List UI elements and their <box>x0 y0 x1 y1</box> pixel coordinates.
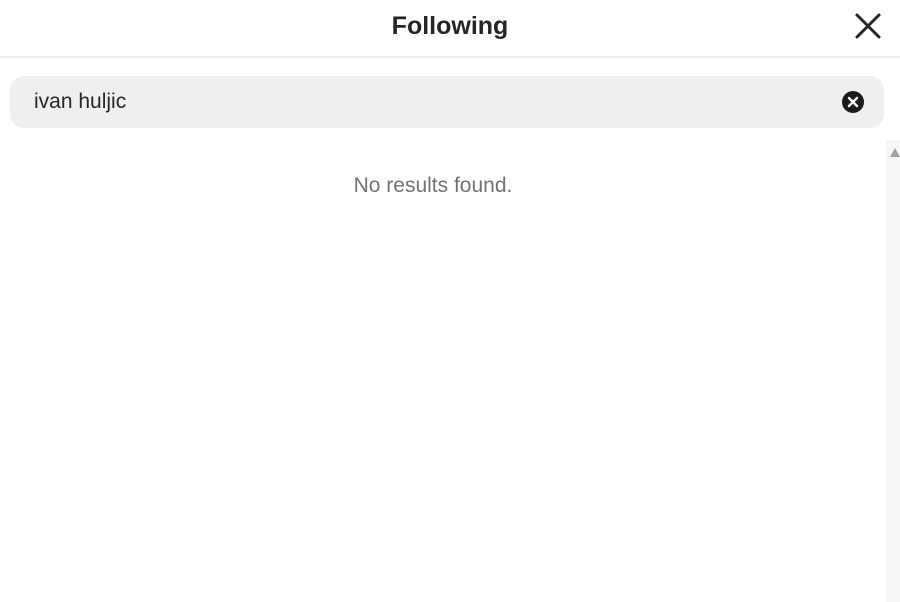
results-scrollbar[interactable] <box>886 140 900 602</box>
scroll-up-arrow-icon[interactable] <box>890 148 900 157</box>
following-dialog: Following No results found. <box>0 0 900 602</box>
empty-results-message: No results found. <box>353 174 513 197</box>
dialog-header: Following <box>0 0 900 58</box>
close-icon <box>855 13 881 39</box>
close-button[interactable] <box>850 8 886 44</box>
search-bar <box>10 76 884 128</box>
results-list: No results found. <box>0 140 884 602</box>
dialog-title: Following <box>391 11 509 40</box>
clear-search-button[interactable] <box>842 91 864 113</box>
search-input[interactable] <box>34 76 814 128</box>
clear-circle-icon <box>842 91 864 113</box>
